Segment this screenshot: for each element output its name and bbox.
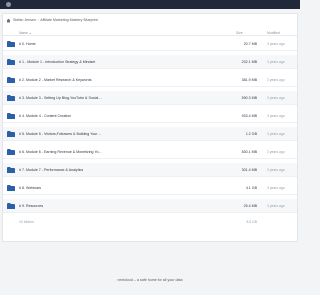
sort-arrow-icon: ▲ [29, 32, 32, 35]
breadcrumb-item-folder[interactable]: Affiliate Marketing Mastery Blueprint [40, 18, 97, 22]
column-header-size[interactable]: Size [236, 31, 243, 35]
home-icon[interactable] [6, 18, 11, 23]
column-header-name[interactable]: Name ▲ [19, 31, 31, 35]
row-modified: 3 years ago [267, 131, 285, 136]
row-modified: 3 years ago [267, 167, 285, 172]
row-name[interactable]: # 5. Module 5 - Visitors,Followers & Bui… [19, 132, 101, 136]
table-header: Name ▲ Size Modified [3, 29, 297, 36]
folder-icon [7, 94, 15, 101]
table-row[interactable]: # 1 - Module 1 - Introduction Strategy &… [3, 55, 297, 69]
total-size: 8.5 GB [246, 220, 257, 224]
app-menu-icon[interactable] [6, 2, 11, 7]
breadcrumb-separator-icon: › [37, 18, 39, 22]
row-size: 25.4 MB [243, 203, 257, 208]
row-size: 232.1 MB [241, 59, 257, 64]
folder-icon [7, 184, 15, 191]
row-name[interactable]: # 9. Resources [19, 204, 43, 208]
breadcrumb: Stefan Jensen › Affiliate Marketing Mast… [6, 16, 98, 24]
row-modified: 3 years ago [267, 41, 285, 46]
row-modified: 3 years ago [267, 59, 285, 64]
row-size: 933.4 MB [241, 113, 257, 118]
table-row[interactable]: # 9. Resources 25.4 MB 3 years ago [3, 199, 297, 213]
table-row[interactable]: # 6. Module 6 - Earning Revenue & Moneti… [3, 145, 297, 159]
row-size: 20.7 MB [243, 41, 257, 46]
row-name[interactable]: # 4. Module 4 - Content Creation [19, 114, 71, 118]
row-name[interactable]: # 6. Module 6 - Earning Revenue & Moneti… [19, 150, 102, 154]
folder-icon [7, 202, 15, 209]
table-row[interactable]: # 4. Module 4 - Content Creation 933.4 M… [3, 109, 297, 123]
row-name[interactable]: # 1 - Module 1 - Introduction Strategy &… [19, 60, 95, 64]
column-header-modified[interactable]: Modified [267, 31, 280, 35]
breadcrumb-item-owner[interactable]: Stefan Jensen [13, 18, 36, 22]
row-modified: 3 years ago [267, 149, 285, 154]
row-name[interactable]: # 3. Module 3 - Setting Up Blog,YouTube … [19, 96, 102, 100]
folder-icon [7, 76, 15, 83]
table-row[interactable]: # 0. Home 20.7 MB 3 years ago [3, 37, 297, 51]
folder-icon [7, 166, 15, 173]
file-list-panel: Stefan Jensen › Affiliate Marketing Mast… [2, 13, 298, 242]
footer-text[interactable]: nextcloud – a safe home for all your dat… [0, 278, 300, 282]
folder-icon [7, 112, 15, 119]
table-row[interactable]: # 8. Webinars 4.1 GB 3 years ago [3, 181, 297, 195]
row-size: 301.4 MB [241, 167, 257, 172]
top-bar [0, 0, 300, 9]
row-name[interactable]: # 7. Module 7 - Performance & Analytics [19, 168, 83, 172]
table-row[interactable]: # 5. Module 5 - Visitors,Followers & Bui… [3, 127, 297, 141]
row-size: 381.9 MB [241, 77, 257, 82]
folder-icon [7, 40, 15, 47]
row-size: 4.1 GB [245, 185, 257, 190]
folder-count: 10 folders [19, 220, 34, 224]
row-modified: 3 years ago [267, 203, 285, 208]
row-modified: 3 years ago [267, 77, 285, 82]
row-modified: 3 years ago [267, 113, 285, 118]
table-row[interactable]: # 2. Module 2 - Market Research & Keywor… [3, 73, 297, 87]
row-size: 1.2 GB [245, 131, 257, 136]
row-modified: 3 years ago [267, 185, 285, 190]
row-name[interactable]: # 8. Webinars [19, 186, 41, 190]
folder-icon [7, 58, 15, 65]
row-modified: 3 years ago [267, 95, 285, 100]
table-row[interactable]: # 3. Module 3 - Setting Up Blog,YouTube … [3, 91, 297, 105]
row-name[interactable]: # 0. Home [19, 42, 36, 46]
row-name[interactable]: # 2. Module 2 - Market Research & Keywor… [19, 78, 92, 82]
table-summary: 10 folders 8.5 GB [3, 218, 297, 226]
folder-icon [7, 130, 15, 137]
table-row[interactable]: # 7. Module 7 - Performance & Analytics … [3, 163, 297, 177]
folder-icon [7, 148, 15, 155]
row-size: 590.3 MB [241, 95, 257, 100]
row-size: 830.1 MB [241, 149, 257, 154]
